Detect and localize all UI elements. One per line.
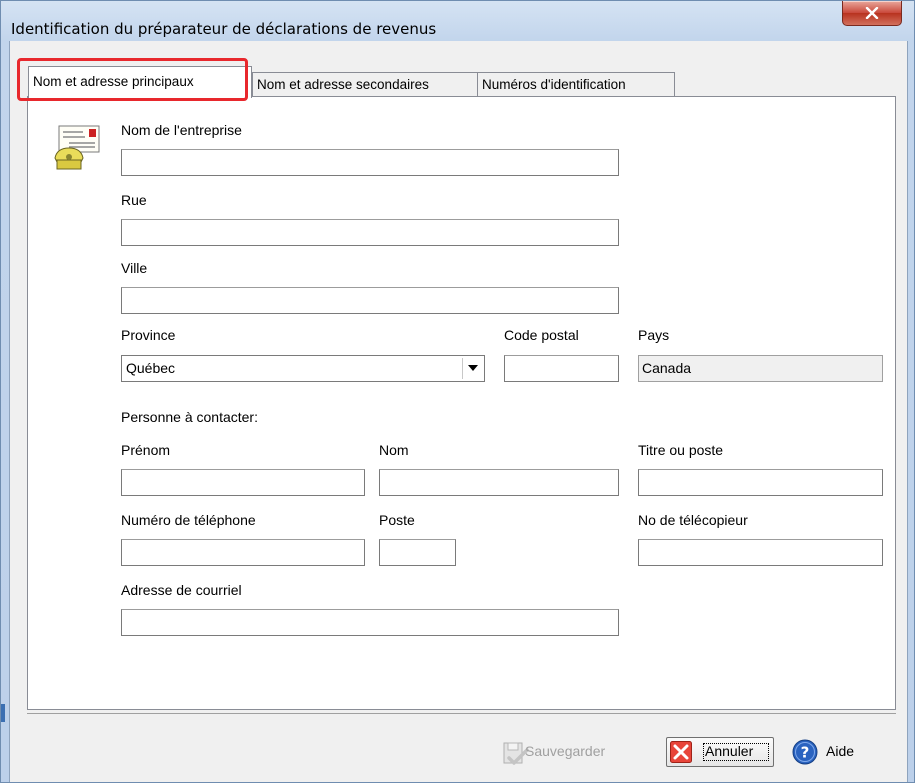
help-question-icon: ? — [792, 739, 818, 765]
street-label: Rue — [121, 192, 147, 208]
city-input[interactable] — [121, 287, 619, 314]
first-name-label: Prénom — [121, 442, 171, 458]
last-name-label: Nom — [379, 442, 409, 458]
tab-secondary-name-address[interactable]: Nom et adresse secondaires — [252, 72, 483, 96]
email-input[interactable] — [121, 609, 619, 636]
title-bar[interactable]: Identification du préparateur de déclara… — [1, 1, 914, 41]
contact-section-heading: Personne à contacter: — [121, 409, 258, 425]
phone-input[interactable] — [121, 539, 365, 566]
city-label: Ville — [121, 260, 148, 276]
address-card-phone-icon — [54, 125, 100, 170]
cancel-button-label: Annuler — [705, 743, 754, 759]
province-selected-value: Québec — [126, 360, 176, 376]
job-title-input[interactable] — [638, 469, 883, 496]
extension-input[interactable] — [379, 539, 456, 566]
province-dropdown-button[interactable] — [462, 358, 483, 379]
province-label: Province — [121, 327, 176, 343]
last-name-input[interactable] — [379, 469, 619, 496]
chevron-down-icon — [468, 365, 478, 371]
red-x-icon — [670, 741, 692, 763]
phone-label: Numéro de téléphone — [121, 512, 256, 528]
footer-divider — [27, 713, 896, 714]
window-edge-marker — [1, 704, 5, 722]
tab-label: Numéros d'identification — [482, 77, 626, 92]
company-name-input[interactable] — [121, 149, 619, 176]
tab-label: Nom et adresse secondaires — [257, 77, 429, 92]
cancel-button[interactable]: Annuler — [666, 737, 774, 767]
first-name-input[interactable] — [121, 469, 365, 496]
window-title: Identification du préparateur de déclara… — [11, 20, 437, 38]
fax-input[interactable] — [638, 539, 883, 566]
country-field: Canada — [638, 355, 883, 382]
postal-code-label: Code postal — [504, 327, 579, 343]
company-name-label: Nom de l'entreprise — [121, 122, 242, 138]
fax-label: No de télécopieur — [638, 512, 748, 528]
tab-identification-numbers[interactable]: Numéros d'identification — [477, 72, 675, 96]
province-select[interactable]: Québec — [121, 355, 485, 382]
help-button[interactable]: ? Aide — [792, 737, 872, 767]
close-button[interactable] — [842, 1, 902, 26]
save-button-label: Sauvegarder — [525, 743, 606, 759]
svg-text:?: ? — [801, 744, 810, 762]
street-input[interactable] — [121, 219, 619, 246]
active-tab-highlight — [17, 58, 248, 101]
close-icon — [865, 7, 879, 19]
country-label: Pays — [638, 327, 670, 343]
job-title-label: Titre ou poste — [638, 442, 724, 458]
email-label: Adresse de courriel — [121, 582, 242, 598]
save-button[interactable]: Sauvegarder — [500, 738, 650, 768]
help-button-label: Aide — [826, 743, 855, 759]
postal-code-input[interactable] — [504, 355, 619, 382]
extension-label: Poste — [379, 512, 415, 528]
